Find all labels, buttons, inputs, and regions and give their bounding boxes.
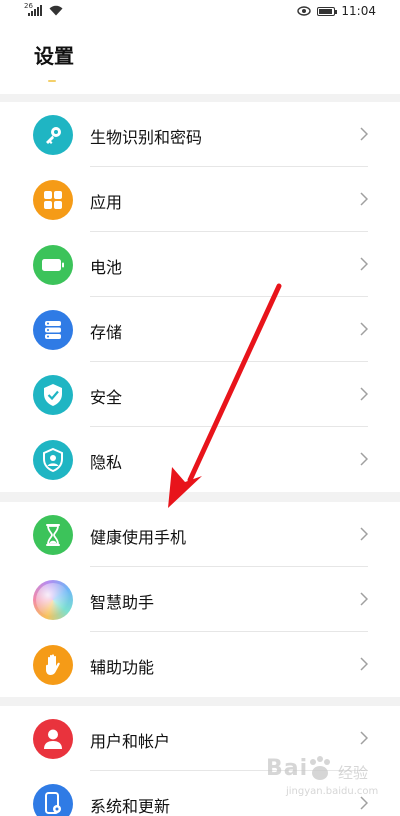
network-type-label: 26 <box>24 2 33 10</box>
settings-item-label: 隐私 <box>90 453 123 472</box>
settings-group-1: 生物识别和密码 应用 电池 存储 安全 隐私 <box>0 102 400 492</box>
hand-icon <box>33 645 73 685</box>
wifi-icon <box>49 5 63 16</box>
settings-item-smart-assistant[interactable]: 智慧助手 <box>0 567 400 632</box>
settings-group-2: 健康使用手机 智慧助手 辅助功能 <box>0 502 400 697</box>
settings-item-label: 应用 <box>90 193 123 212</box>
user-icon <box>33 719 73 759</box>
status-time: 11:04 <box>341 4 376 18</box>
settings-item-label: 生物识别和密码 <box>90 128 203 147</box>
page-header: 设置 <box>0 26 400 94</box>
key-icon <box>33 115 73 155</box>
settings-item-label: 智慧助手 <box>90 593 155 612</box>
watermark-brand-cn: 经验 <box>338 764 369 782</box>
hourglass-icon <box>33 515 73 555</box>
battery-icon <box>33 245 73 285</box>
battery-status-icon <box>317 6 338 16</box>
privacy-shield-icon <box>33 440 73 480</box>
chevron-right-icon <box>360 452 368 466</box>
settings-item-label: 存储 <box>90 323 123 342</box>
baidu-watermark: Bai 经验 jingyan.baidu.com <box>246 756 379 802</box>
chevron-right-icon <box>360 192 368 206</box>
watermark-url: jingyan.baidu.com <box>286 786 379 797</box>
settings-item-privacy[interactable]: 隐私 <box>0 427 400 492</box>
status-right: 11:04 <box>297 4 376 18</box>
settings-item-label: 安全 <box>90 388 123 407</box>
settings-item-label: 健康使用手机 <box>90 528 187 547</box>
chevron-right-icon <box>360 127 368 141</box>
settings-item-apps[interactable]: 应用 <box>0 167 400 232</box>
settings-item-storage[interactable]: 存储 <box>0 297 400 362</box>
settings-item-digital-balance[interactable]: 健康使用手机 <box>0 502 400 567</box>
settings-item-accessibility[interactable]: 辅助功能 <box>0 632 400 697</box>
settings-item-biometrics[interactable]: 生物识别和密码 <box>0 102 400 167</box>
chevron-right-icon <box>360 257 368 271</box>
watermark-brand: Bai <box>266 756 309 781</box>
chevron-right-icon <box>360 731 368 745</box>
apps-grid-icon <box>33 180 73 220</box>
chevron-right-icon <box>360 387 368 401</box>
battery-level-fill <box>319 8 332 14</box>
settings-screen: 26 11:04 设置 生物识别和密码 应用 电池 存储 安全 隐私 健康使用手… <box>0 0 400 816</box>
settings-item-security[interactable]: 安全 <box>0 362 400 427</box>
assistant-orb-icon <box>33 580 73 620</box>
paw-logo-icon <box>310 756 330 780</box>
page-title: 设置 <box>34 44 74 68</box>
chevron-right-icon <box>360 592 368 606</box>
phone-gear-icon <box>33 784 73 816</box>
status-bar: 26 11:04 <box>0 0 400 26</box>
battery-tip <box>335 9 338 14</box>
status-left: 26 <box>24 2 63 16</box>
eye-comfort-icon <box>297 6 312 16</box>
chevron-right-icon <box>360 657 368 671</box>
header-indicator <box>48 80 56 82</box>
settings-item-label: 辅助功能 <box>90 658 155 677</box>
settings-item-label: 系统和更新 <box>90 797 171 816</box>
shield-check-icon <box>33 375 73 415</box>
storage-icon <box>33 310 73 350</box>
settings-item-label: 用户和帐户 <box>90 732 171 751</box>
chevron-right-icon <box>360 527 368 541</box>
settings-item-battery[interactable]: 电池 <box>0 232 400 297</box>
settings-item-label: 电池 <box>90 258 123 277</box>
chevron-right-icon <box>360 322 368 336</box>
